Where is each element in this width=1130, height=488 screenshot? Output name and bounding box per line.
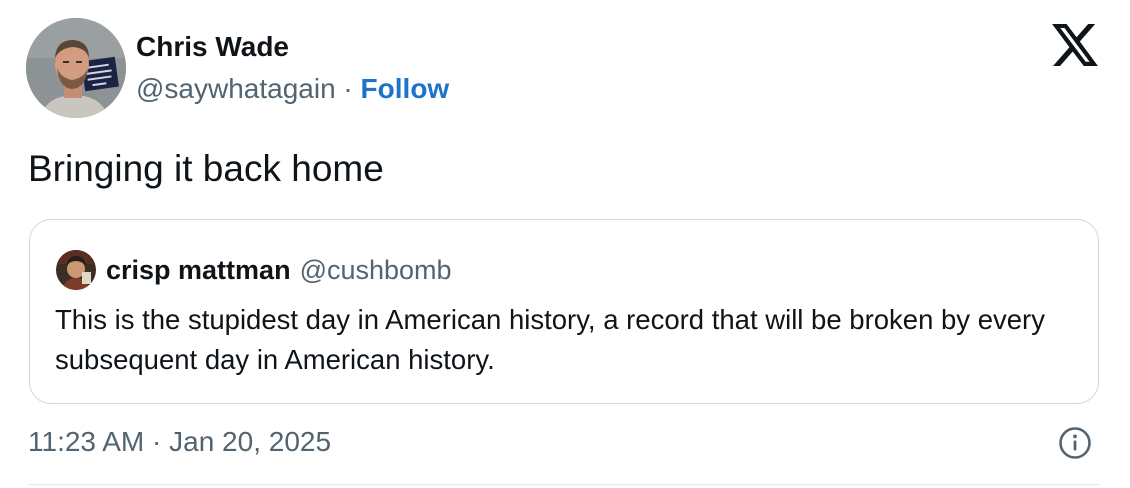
quoted-post-text: This is the stupidest day in American hi…: [55, 304, 1045, 375]
author-avatar-image: [26, 18, 126, 118]
embedded-post: Chris Wade @saywhatagain · Follow Bringi…: [0, 0, 1130, 488]
quoted-author-avatar-image: [56, 250, 96, 290]
author-avatar[interactable]: [26, 18, 126, 118]
quoted-author-handle: @cushbomb: [299, 254, 452, 285]
author-handle[interactable]: @saywhatagain: [136, 73, 336, 104]
quoted-author-avatar: [56, 250, 96, 290]
quoted-author-display-name: crisp mattman: [106, 254, 291, 285]
info-icon[interactable]: [1058, 426, 1092, 460]
post-header: Chris Wade @saywhatagain · Follow: [26, 18, 449, 118]
post-date: Jan 20, 2025: [169, 426, 332, 457]
timestamp-separator: ·: [144, 426, 170, 457]
post-time: 11:23 AM: [28, 426, 145, 457]
quoted-post-header: crisp mattman @cushbomb: [56, 250, 452, 290]
info-icon-glyph: [1059, 427, 1091, 459]
author-identity: Chris Wade @saywhatagain · Follow: [136, 18, 449, 118]
x-logo-glyph: [1052, 24, 1098, 66]
bottom-divider: [28, 484, 1100, 485]
x-logo-icon[interactable]: [1052, 24, 1098, 66]
author-handle-row: @saywhatagain · Follow: [136, 72, 449, 106]
follow-button[interactable]: Follow: [361, 73, 450, 104]
handle-separator: ·: [335, 73, 361, 104]
post-text: Bringing it back home: [28, 148, 384, 189]
post-timestamp[interactable]: 11:23 AM · Jan 20, 2025: [28, 424, 331, 460]
quoted-post-card[interactable]: crisp mattman @cushbomb This is the stup…: [29, 219, 1099, 404]
author-display-name[interactable]: Chris Wade: [136, 30, 449, 64]
